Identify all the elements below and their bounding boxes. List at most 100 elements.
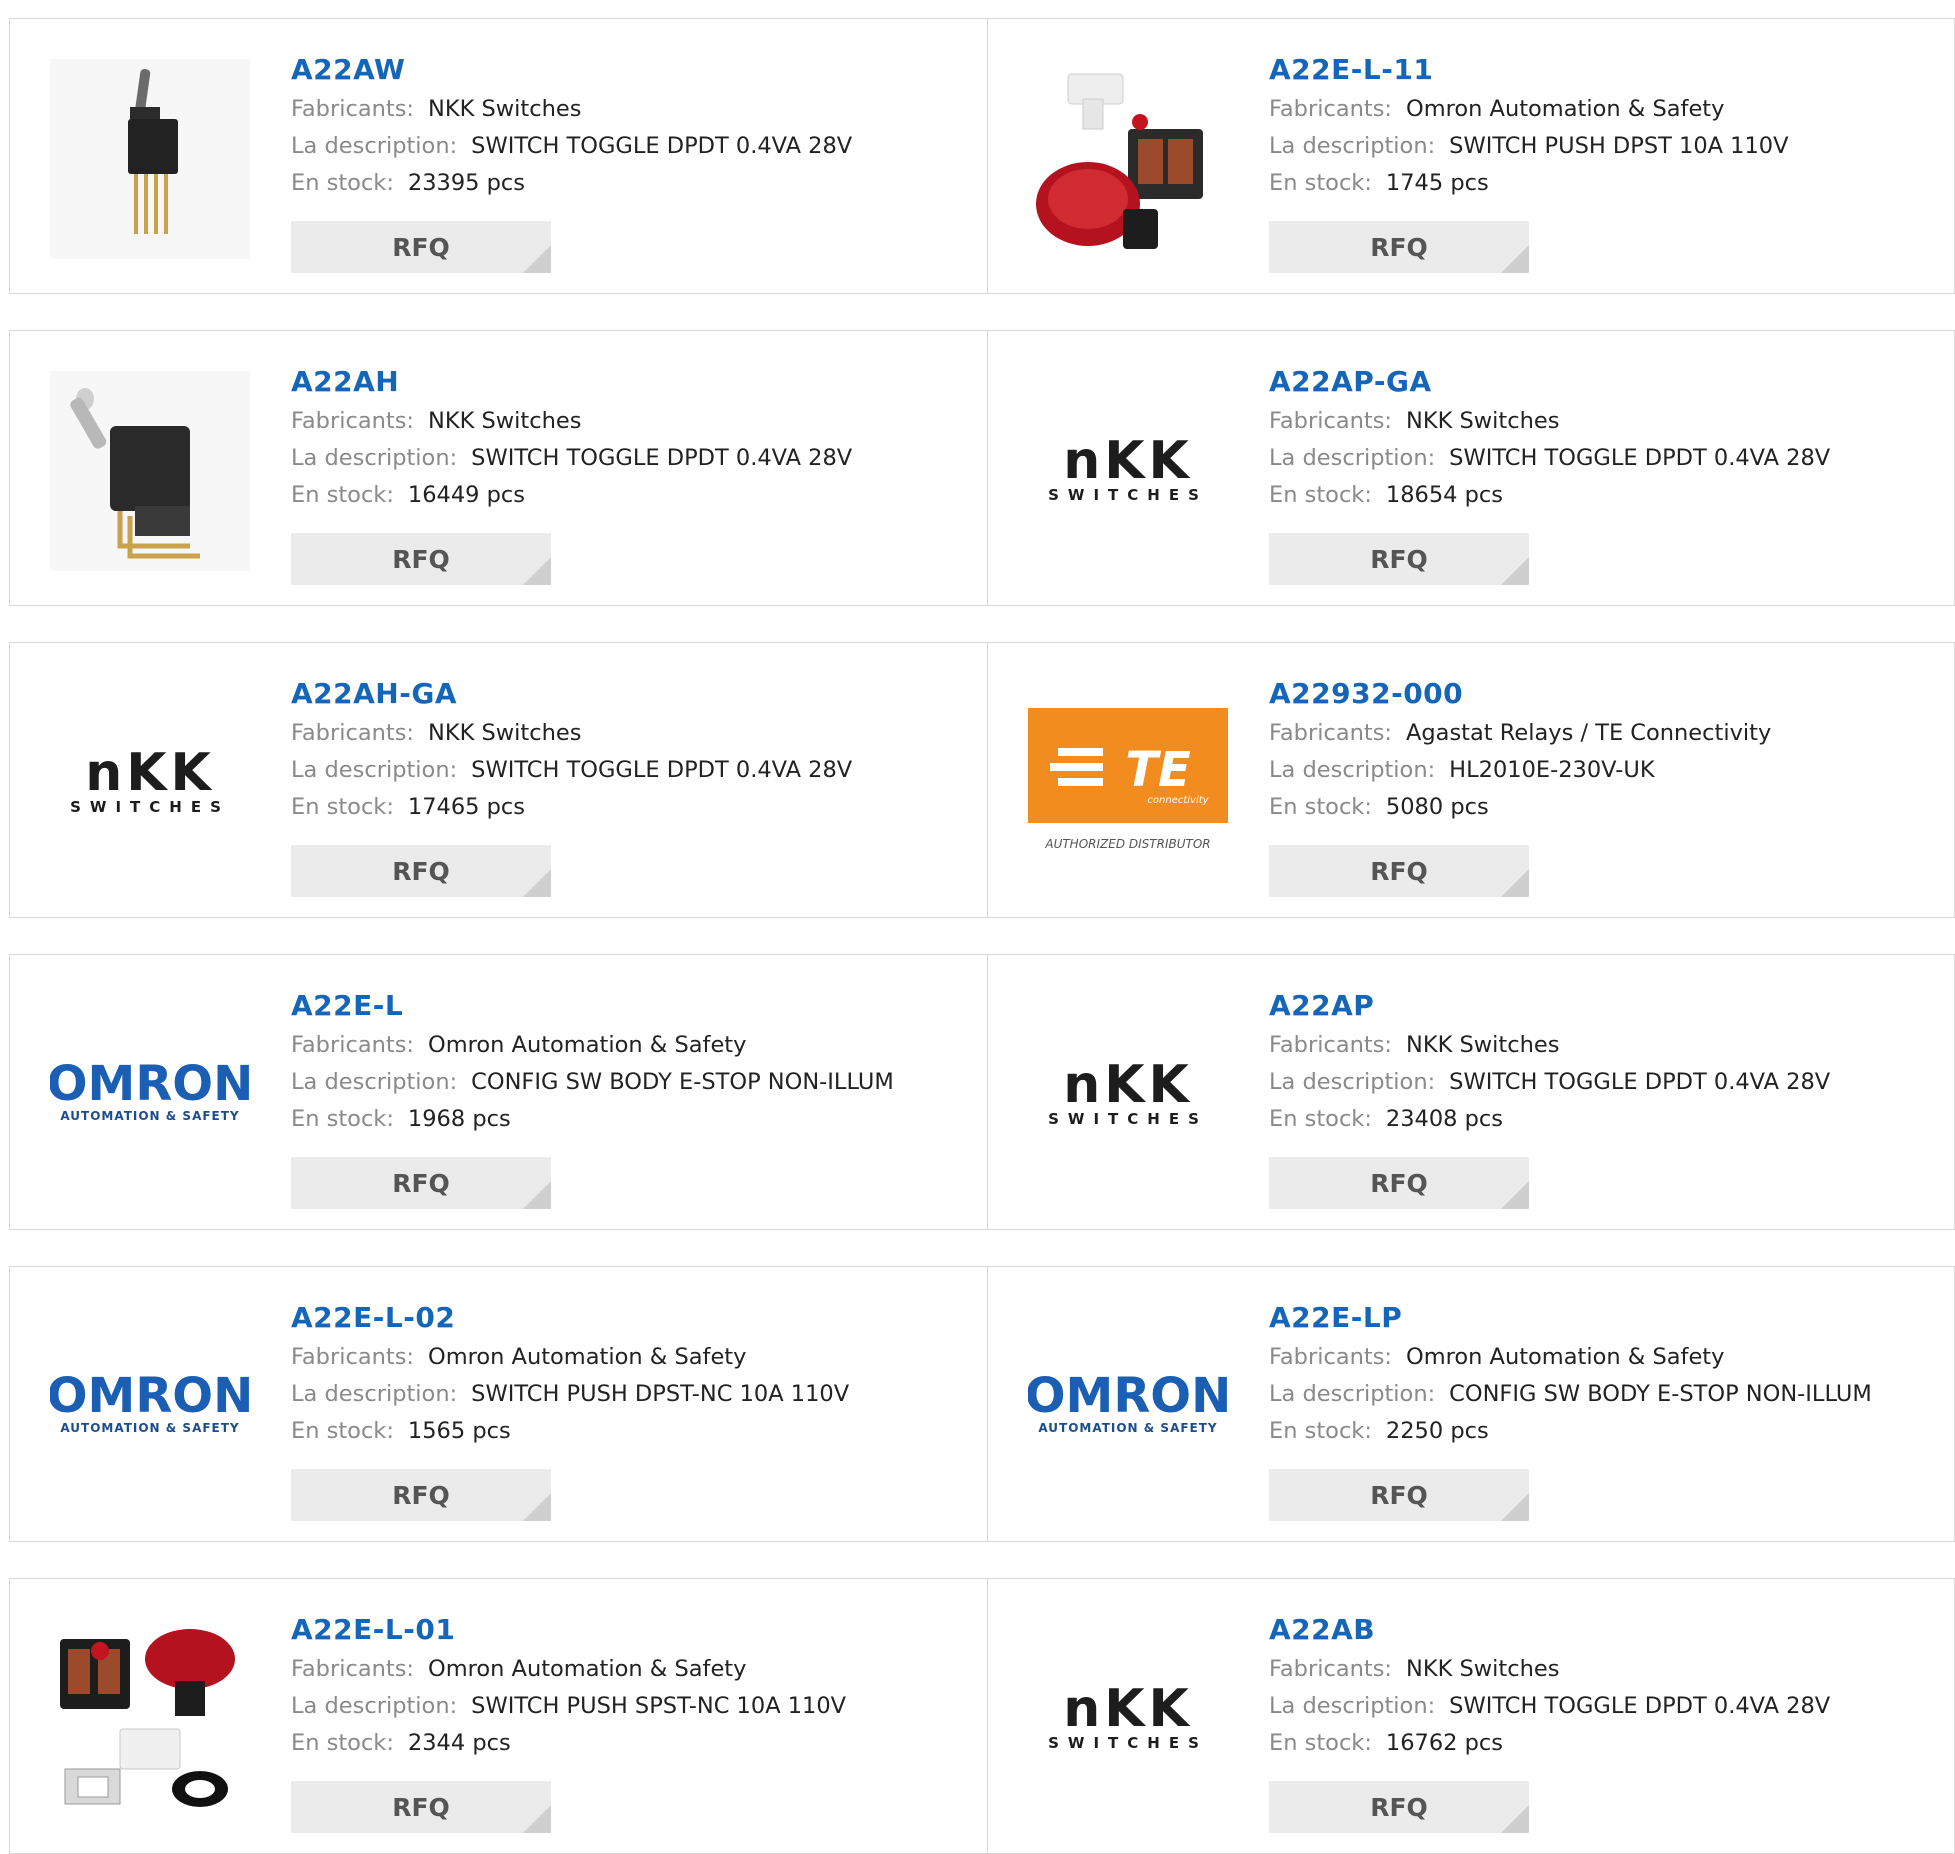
stock-value: 1565 pcs	[407, 1418, 511, 1444]
rfq-button[interactable]: RFQ	[1269, 1469, 1529, 1521]
rfq-button[interactable]: RFQ	[1269, 1781, 1529, 1833]
corner-triangle-icon	[1501, 869, 1529, 897]
stock-label: En stock:	[291, 1418, 394, 1444]
description-label: La description:	[1269, 757, 1436, 783]
product-image-estop-assembly-photo[interactable]	[1028, 59, 1228, 259]
rfq-label: RFQ	[1370, 1168, 1428, 1198]
product-image-omron-logo[interactable]: OMRON AUTOMATION & SAFETY	[50, 995, 250, 1195]
part-number-link[interactable]: A22932-000	[1269, 673, 1944, 715]
product-card: nKK SWITCHES A22AP-GA Fabricants: NKK Swi…	[987, 330, 1955, 606]
product-image-nkk-logo[interactable]: nKK SWITCHES	[1028, 1619, 1228, 1819]
description-value: SWITCH TOGGLE DPDT 0.4VA 28V	[471, 445, 853, 471]
product-image-omron-logo[interactable]: OMRON AUTOMATION & SAFETY	[50, 1307, 250, 1507]
product-image-nkk-logo[interactable]: nKK SWITCHES	[1028, 371, 1228, 571]
part-number-link[interactable]: A22E-L-01	[291, 1609, 977, 1651]
product-image-nkk-logo[interactable]: nKK SWITCHES	[1028, 995, 1228, 1195]
svg-text:connectivity: connectivity	[1147, 795, 1209, 806]
part-number-link[interactable]: A22AH-GA	[291, 673, 977, 715]
product-card: A22AH Fabricants: NKK Switches La descrip…	[9, 330, 988, 606]
description-row: La description: SWITCH PUSH DPST-NC 10A 1…	[291, 1376, 977, 1413]
rfq-button[interactable]: RFQ	[291, 845, 551, 897]
part-number-link[interactable]: A22AW	[291, 49, 977, 91]
rfq-label: RFQ	[392, 544, 450, 574]
manufacturer-label: Fabricants:	[291, 1032, 414, 1058]
description-value: SWITCH TOGGLE DPDT 0.4VA 28V	[471, 757, 853, 783]
description-value: CONFIG SW BODY E-STOP NON-ILLUM	[471, 1069, 894, 1095]
manufacturer-label: Fabricants:	[291, 408, 414, 434]
part-number-link[interactable]: A22E-L-02	[291, 1297, 977, 1339]
corner-triangle-icon	[523, 1805, 551, 1833]
rfq-label: RFQ	[1370, 856, 1428, 886]
rfq-label: RFQ	[392, 1168, 450, 1198]
manufacturer-value: Omron Automation & Safety	[428, 1656, 747, 1682]
corner-triangle-icon	[1501, 1805, 1529, 1833]
part-number-link[interactable]: A22AP	[1269, 985, 1944, 1027]
description-row: La description: HL2010E-230V-UK	[1269, 752, 1944, 789]
description-value: SWITCH TOGGLE DPDT 0.4VA 28V	[1449, 445, 1831, 471]
stock-label: En stock:	[1269, 794, 1372, 820]
part-number-link[interactable]: A22AB	[1269, 1609, 1944, 1651]
product-info: A22AH-GA Fabricants: NKK Switches La desc…	[291, 673, 977, 826]
rfq-button[interactable]: RFQ	[291, 1781, 551, 1833]
description-label: La description:	[1269, 133, 1436, 159]
product-info: A22AP Fabricants: NKK Switches La descrip…	[1269, 985, 1944, 1138]
part-number-link[interactable]: A22E-LP	[1269, 1297, 1944, 1339]
rfq-button[interactable]: RFQ	[1269, 1157, 1529, 1209]
manufacturer-value: NKK Switches	[1406, 408, 1560, 434]
manufacturer-row: Fabricants: Omron Automation & Safety	[291, 1027, 977, 1064]
manufacturer-value: Omron Automation & Safety	[428, 1032, 747, 1058]
stock-label: En stock:	[1269, 1418, 1372, 1444]
corner-triangle-icon	[1501, 1181, 1529, 1209]
rfq-label: RFQ	[1370, 1480, 1428, 1510]
rfq-button[interactable]: RFQ	[1269, 845, 1529, 897]
description-label: La description:	[291, 1069, 458, 1095]
stock-value: 17465 pcs	[407, 794, 526, 820]
rfq-button[interactable]: RFQ	[1269, 533, 1529, 585]
rfq-button[interactable]: RFQ	[291, 1157, 551, 1209]
part-number-link[interactable]: A22E-L-11	[1269, 49, 1944, 91]
product-image-right-angle-toggle-photo[interactable]	[50, 371, 250, 571]
manufacturer-row: Fabricants: Omron Automation & Safety	[1269, 91, 1944, 128]
rfq-label: RFQ	[392, 232, 450, 262]
product-image-te-logo[interactable]: TE connectivity AUTHORIZED DISTRIBUTOR	[1028, 683, 1228, 883]
manufacturer-value: Omron Automation & Safety	[1406, 1344, 1725, 1370]
part-number-link[interactable]: A22E-L	[291, 985, 977, 1027]
rfq-button[interactable]: RFQ	[291, 1469, 551, 1521]
stock-row: En stock: 23408 pcs	[1269, 1101, 1944, 1138]
product-image-omron-logo[interactable]: OMRON AUTOMATION & SAFETY	[1028, 1307, 1228, 1507]
manufacturer-label: Fabricants:	[1269, 408, 1392, 434]
corner-triangle-icon	[1501, 245, 1529, 273]
svg-text:SWITCHES: SWITCHES	[1048, 1110, 1208, 1128]
product-card: A22E-L-11 Fabricants: Omron Automation & …	[987, 18, 1955, 294]
product-image-nkk-logo[interactable]: nKK SWITCHES	[50, 683, 250, 883]
stock-value: 2250 pcs	[1385, 1418, 1489, 1444]
part-number-link[interactable]: A22AP-GA	[1269, 361, 1944, 403]
stock-row: En stock: 16762 pcs	[1269, 1725, 1944, 1762]
product-card: nKK SWITCHES A22AB Fabricants: NKK Switch…	[987, 1578, 1955, 1854]
stock-value: 16762 pcs	[1385, 1730, 1504, 1756]
description-row: La description: SWITCH TOGGLE DPDT 0.4VA …	[1269, 440, 1944, 477]
stock-value: 18654 pcs	[1385, 482, 1504, 508]
rfq-button[interactable]: RFQ	[1269, 221, 1529, 273]
product-image-toggle-switch-photo[interactable]	[50, 59, 250, 259]
part-number-link[interactable]: A22AH	[291, 361, 977, 403]
corner-triangle-icon	[523, 557, 551, 585]
stock-value: 2344 pcs	[407, 1730, 511, 1756]
product-card: A22E-L-01 Fabricants: Omron Automation & …	[9, 1578, 988, 1854]
manufacturer-label: Fabricants:	[291, 96, 414, 122]
product-image-estop-parts-photo[interactable]	[50, 1619, 250, 1819]
manufacturer-row: Fabricants: NKK Switches	[291, 715, 977, 752]
product-card: nKK SWITCHES A22AH-GA Fabricants: NKK Swi…	[9, 642, 988, 918]
product-card: OMRON AUTOMATION & SAFETY A22E-LP Fabric…	[987, 1266, 1955, 1542]
stock-row: En stock: 23395 pcs	[291, 165, 977, 202]
manufacturer-label: Fabricants:	[291, 1344, 414, 1370]
description-row: La description: SWITCH TOGGLE DPDT 0.4VA …	[1269, 1688, 1944, 1725]
product-info: A22AP-GA Fabricants: NKK Switches La desc…	[1269, 361, 1944, 514]
manufacturer-label: Fabricants:	[1269, 720, 1392, 746]
svg-text:AUTOMATION & SAFETY: AUTOMATION & SAFETY	[1038, 1421, 1217, 1435]
product-info: A22AH Fabricants: NKK Switches La descrip…	[291, 361, 977, 514]
rfq-button[interactable]: RFQ	[291, 533, 551, 585]
product-info: A22AW Fabricants: NKK Switches La descrip…	[291, 49, 977, 202]
svg-text:AUTOMATION & SAFETY: AUTOMATION & SAFETY	[60, 1421, 239, 1435]
rfq-button[interactable]: RFQ	[291, 221, 551, 273]
